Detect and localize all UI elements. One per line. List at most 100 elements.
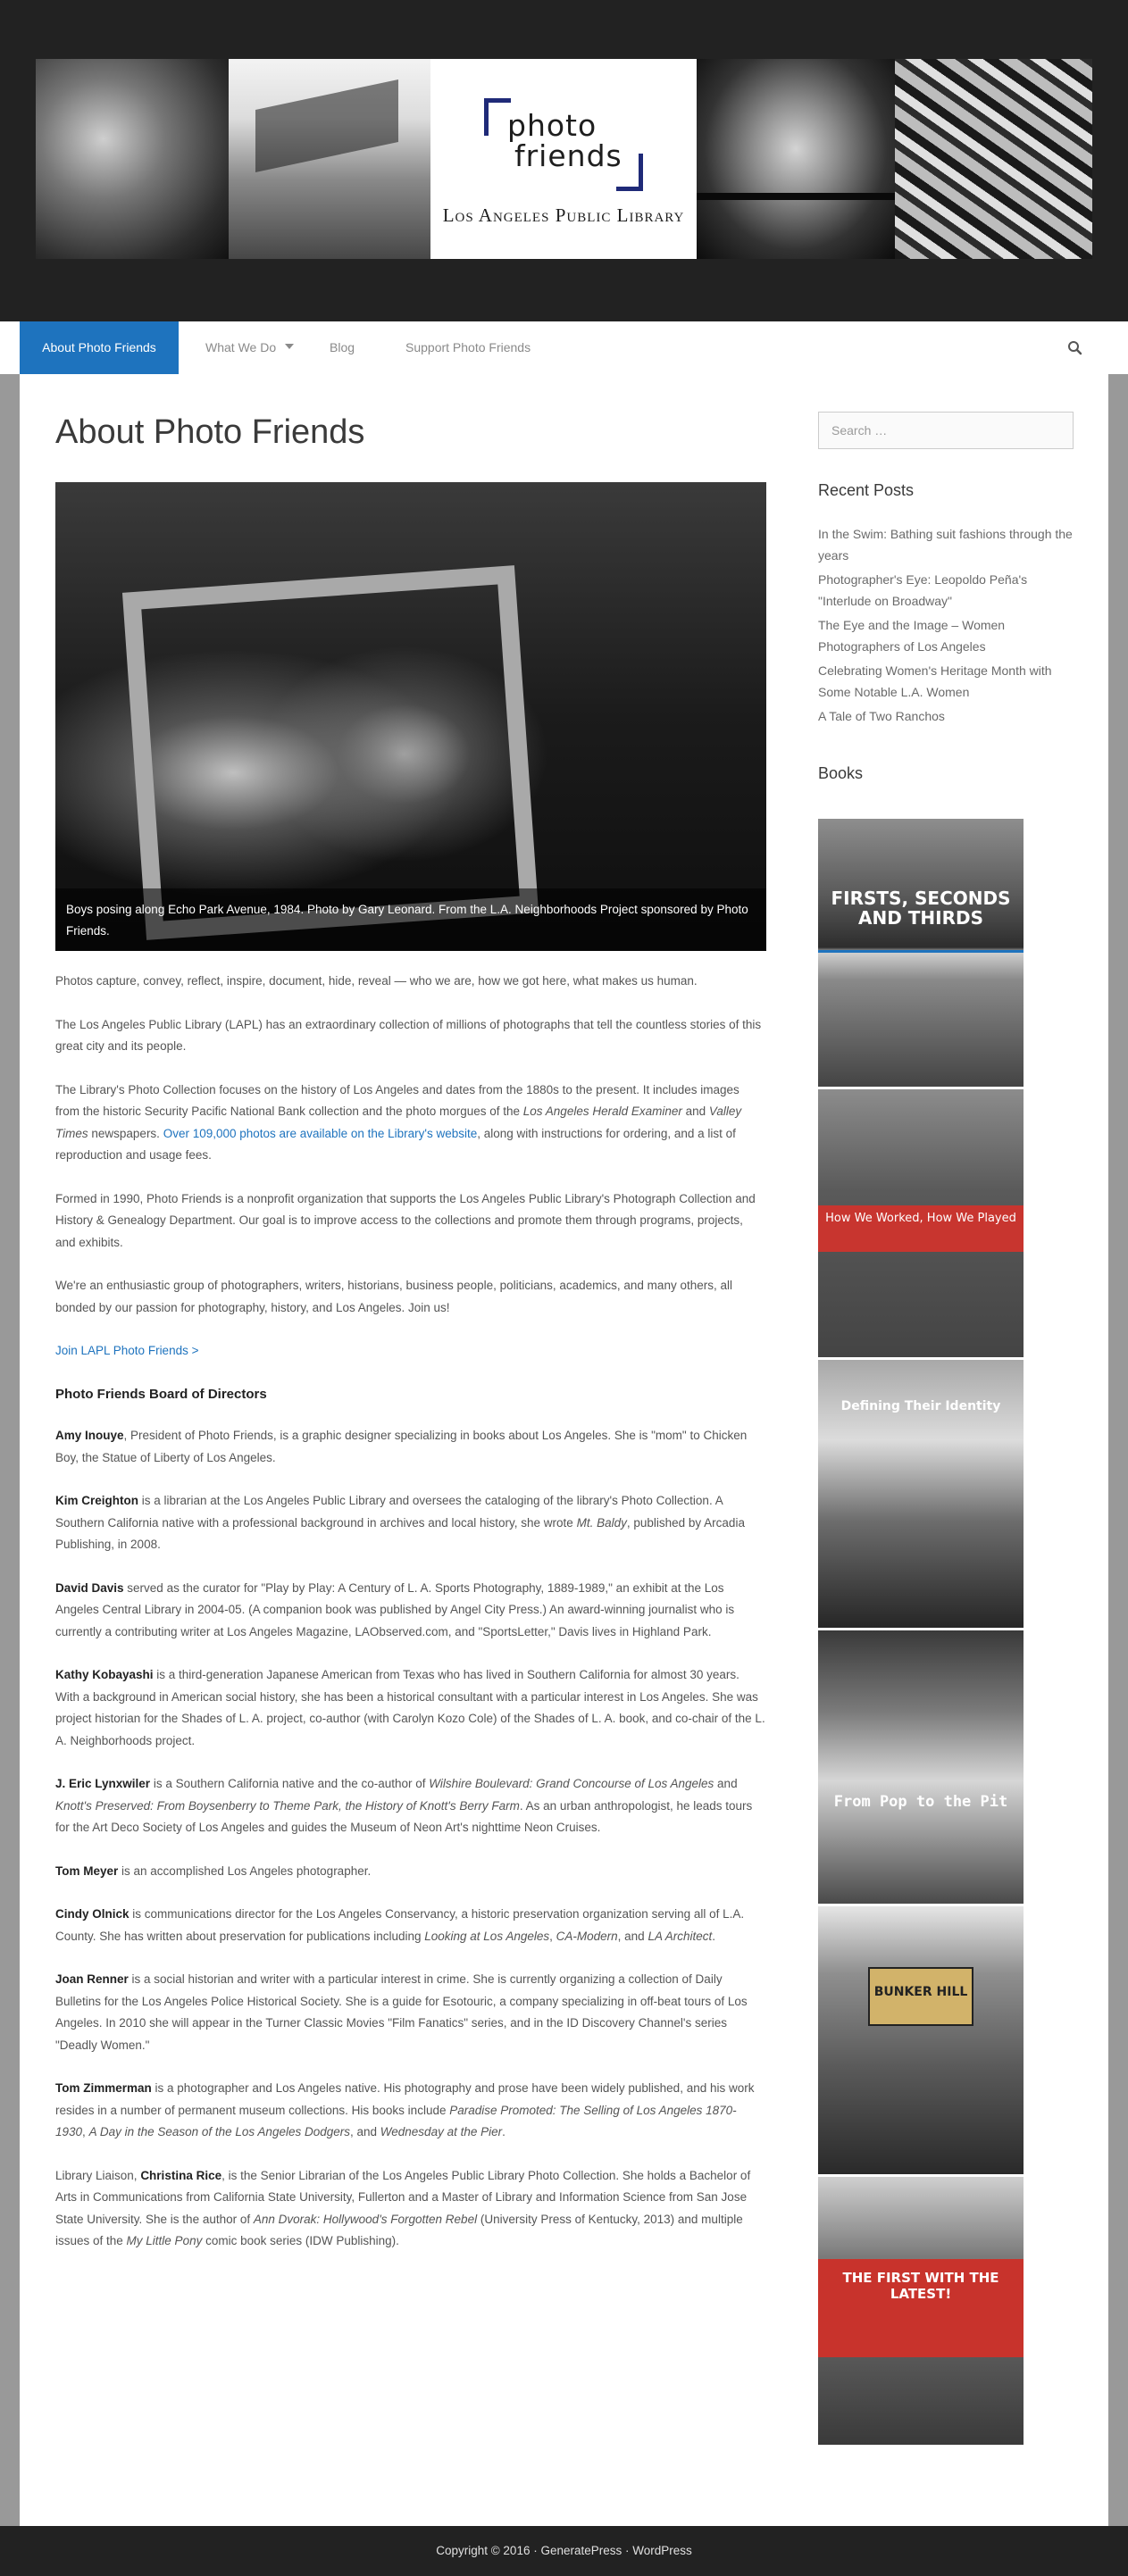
- member-name: Tom Zimmerman: [55, 2081, 152, 2095]
- chevron-down-icon: [285, 344, 295, 350]
- member-publication: LA Architect: [648, 1929, 713, 1943]
- library-liaison: Library Liaison, Christina Rice, is the …: [55, 2165, 766, 2253]
- search-icon[interactable]: [1066, 339, 1084, 357]
- member-name: Cindy Olnick: [55, 1907, 130, 1921]
- content-container: About Photo Friends Boys posing along Ec…: [20, 374, 1108, 2526]
- member-name: Joan Renner: [55, 1972, 129, 1986]
- recent-posts-list: In the Swim: Bathing suit fashions throu…: [818, 523, 1074, 727]
- nav-item-what-we-do[interactable]: What We Do: [205, 321, 295, 374]
- member-name: J. Eric Lynxwiler: [55, 1777, 151, 1790]
- banner-photo-group: [697, 59, 895, 259]
- recent-posts-title: Recent Posts: [818, 481, 915, 499]
- board-member-zimmerman: Tom Zimmerman is a photographer and Los …: [55, 2078, 766, 2144]
- member-book: My Little Pony: [126, 2234, 203, 2247]
- book-title: From Pop to the Pit: [833, 1793, 1008, 1811]
- books-list: FIRSTS, SECONDS AND THIRDS How We Worked…: [818, 819, 1074, 2445]
- member-bio: .: [502, 2125, 506, 2138]
- board-member-creighton: Kim Creighton is a librarian at the Los …: [55, 1490, 766, 1556]
- photos-website-link[interactable]: Over 109,000 photos are available on the…: [163, 1127, 478, 1140]
- collection-paragraph: The Library's Photo Collection focuses o…: [55, 1080, 766, 1167]
- recent-post-link[interactable]: The Eye and the Image – Women Photograph…: [818, 614, 1074, 657]
- page-title: About Photo Friends: [55, 413, 365, 451]
- book-title: FIRSTS, SECONDS AND THIRDS: [831, 888, 1011, 929]
- book-cover-first-with-latest[interactable]: THE FIRST WITH THE LATEST!: [818, 2177, 1024, 2445]
- book-title: THE FIRST WITH THE LATEST!: [842, 2270, 999, 2302]
- main-navigation: About Photo Friends What We Do Blog Supp…: [0, 321, 1128, 374]
- site-footer: Copyright © 2016 · GeneratePress · WordP…: [0, 2526, 1128, 2576]
- member-book: Knott's Preserved: From Boysenberry to T…: [55, 1798, 520, 1813]
- search-input[interactable]: [818, 412, 1074, 449]
- member-bio: ,: [549, 1929, 556, 1943]
- book-cover-pop-to-pit[interactable]: From Pop to the Pit: [818, 1630, 1024, 1904]
- book-cover-divider: [818, 950, 1024, 953]
- member-name: Kathy Kobayashi: [55, 1668, 154, 1681]
- featured-image-caption: Boys posing along Echo Park Avenue, 1984…: [55, 888, 766, 951]
- member-bio: , and: [350, 2125, 380, 2138]
- nav-item-support[interactable]: Support Photo Friends: [405, 321, 531, 374]
- board-heading: Photo Friends Board of Directors: [55, 1386, 267, 1402]
- site-header: photo friends Los Angeles Public Library: [0, 0, 1128, 321]
- logo-subtitle: Los Angeles Public Library: [442, 204, 685, 226]
- header-banner[interactable]: photo friends Los Angeles Public Library: [36, 59, 1092, 259]
- board-member-kobayashi: Kathy Kobayashi is a third-generation Ja…: [55, 1664, 766, 1752]
- member-book: Mt. Baldy: [576, 1515, 627, 1530]
- book-cover-firsts[interactable]: FIRSTS, SECONDS AND THIRDS: [818, 819, 1024, 1087]
- member-bio: , and: [617, 1929, 648, 1943]
- collection-and: and: [681, 1105, 709, 1118]
- book-cover-bunker-hill[interactable]: BUNKER HILL: [818, 1906, 1024, 2174]
- member-bio: is an accomplished Los Angeles photograp…: [118, 1863, 372, 1878]
- nav-item-blog[interactable]: Blog: [330, 321, 355, 374]
- recent-post-link[interactable]: Celebrating Women's Heritage Month with …: [818, 660, 1074, 703]
- book-title: How We Worked, How We Played: [825, 1212, 1016, 1225]
- banner-photo-structure: [895, 59, 1092, 259]
- member-book: A Day in the Season of the Los Angeles D…: [88, 2125, 350, 2138]
- formed-paragraph: Formed in 1990, Photo Friends is a nonpr…: [55, 1191, 756, 1249]
- member-name: Tom Meyer: [55, 1863, 119, 1878]
- member-publication: CA-Modern: [556, 1929, 618, 1943]
- board-member-olnick: Cindy Olnick is communications director …: [55, 1904, 766, 1947]
- board-member-lynxwiler: J. Eric Lynxwiler is a Southern Californ…: [55, 1773, 766, 1839]
- board-member-inouye: Amy Inouye, President of Photo Friends, …: [55, 1425, 766, 1469]
- collection-herald: Los Angeles Herald Examiner: [522, 1105, 682, 1118]
- collection-newspapers: newspapers.: [88, 1126, 163, 1140]
- featured-image: Boys posing along Echo Park Avenue, 1984…: [55, 482, 766, 951]
- nav-item-about[interactable]: About Photo Friends: [20, 321, 179, 374]
- books-title: Books: [818, 764, 864, 782]
- recent-post-link[interactable]: A Tale of Two Ranchos: [818, 705, 1074, 727]
- join-paragraph: Join LAPL Photo Friends >: [55, 1340, 766, 1363]
- member-bio: , President of Photo Friends, is a graph…: [55, 1429, 748, 1464]
- sidebar: Recent Posts In the Swim: Bathing suit f…: [818, 412, 1074, 2447]
- member-name: Christina Rice: [140, 2168, 222, 2182]
- member-bio: comic book series (IDW Publishing).: [202, 2234, 399, 2247]
- join-link[interactable]: Join LAPL Photo Friends >: [55, 1344, 198, 1357]
- site-logo[interactable]: photo friends Los Angeles Public Library: [430, 59, 697, 259]
- member-bio: .: [712, 1929, 715, 1943]
- recent-post-link[interactable]: Photographer's Eye: Leopoldo Peña's "Int…: [818, 569, 1074, 612]
- intro-paragraph: Photos capture, convey, reflect, inspire…: [55, 974, 698, 988]
- member-book: Wednesday at the Pier: [380, 2125, 503, 2138]
- member-bio: is a Southern California native and the …: [150, 1777, 430, 1790]
- member-book: Wilshire Boulevard: Grand Concourse of L…: [429, 1777, 714, 1790]
- banner-photo-couple: [36, 59, 229, 259]
- member-bio: served as the curator for "Play by Play:…: [55, 1580, 735, 1638]
- entry-content: Photos capture, convey, reflect, inspire…: [55, 971, 766, 2274]
- board-member-meyer: Tom Meyer is an accomplished Los Angeles…: [55, 1861, 766, 1883]
- enthusiastic-paragraph: We're an enthusiastic group of photograp…: [55, 1279, 732, 1314]
- member-name: Kim Creighton: [55, 1494, 138, 1507]
- member-publication: Looking at Los Angeles: [424, 1929, 550, 1943]
- member-bio: ,: [82, 2125, 89, 2138]
- banner-photo-aviators: [229, 59, 430, 259]
- board-member-davis: David Davis served as the curator for "P…: [55, 1578, 766, 1644]
- liaison-label: Library Liaison,: [55, 2168, 141, 2182]
- member-bio: and: [714, 1777, 738, 1790]
- book-cover-how-we-worked[interactable]: How We Worked, How We Played: [818, 1089, 1024, 1357]
- recent-post-link[interactable]: In the Swim: Bathing suit fashions throu…: [818, 523, 1074, 566]
- nav-item-what-we-do-label: What We Do: [205, 340, 277, 354]
- book-cover-defining-identity[interactable]: Defining Their Identity: [818, 1360, 1024, 1628]
- member-name: Amy Inouye: [55, 1429, 124, 1442]
- member-bio: is a social historian and writer with a …: [55, 1972, 748, 2052]
- board-member-renner: Joan Renner is a social historian and wr…: [55, 1969, 766, 2056]
- book-title: BUNKER HILL: [873, 1985, 968, 1999]
- member-book: Ann Dvorak: Hollywood's Forgotten Rebel: [253, 2212, 478, 2226]
- member-name: David Davis: [55, 1580, 124, 1595]
